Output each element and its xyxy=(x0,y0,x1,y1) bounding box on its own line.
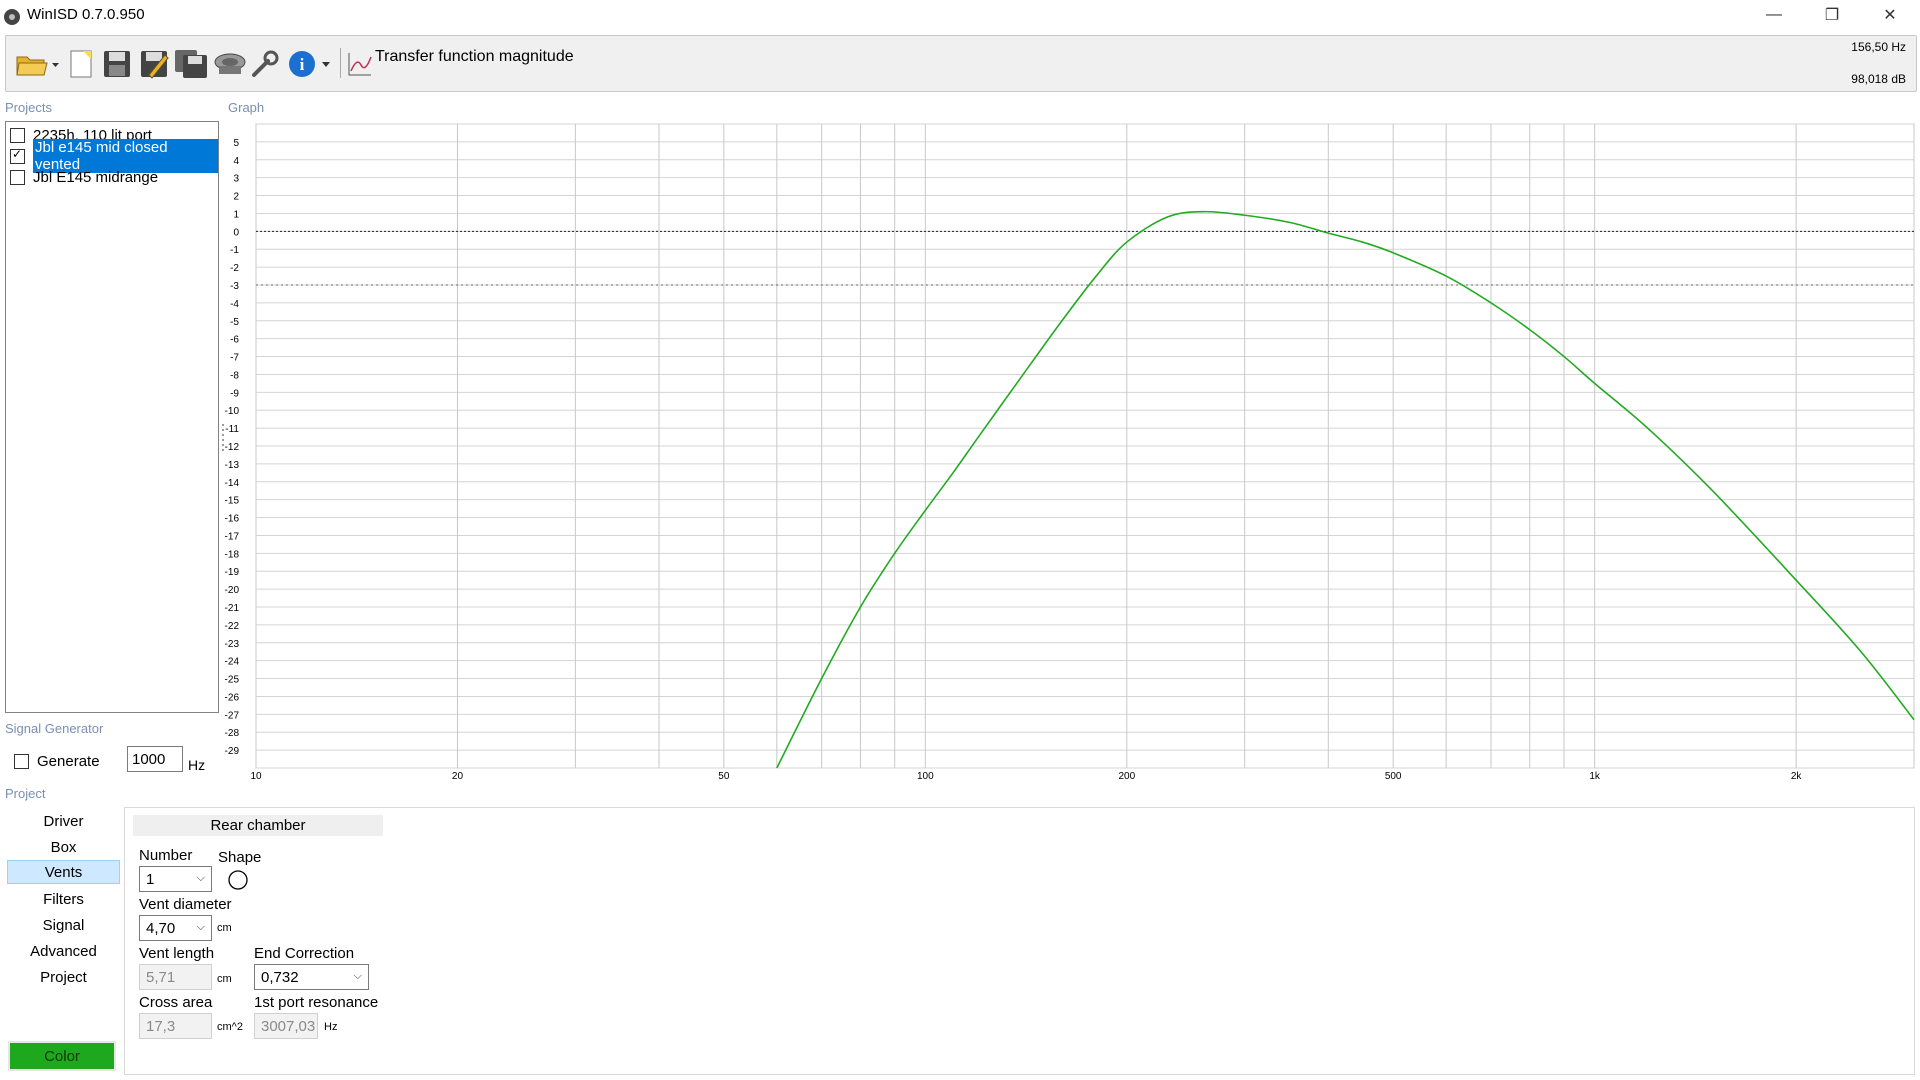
grip-dot xyxy=(222,429,224,431)
nav-box[interactable]: Box xyxy=(7,836,120,860)
vent-diameter-unit: cm xyxy=(217,922,232,934)
port-resonance-field: 3007,03 xyxy=(254,1013,318,1039)
generator-frequency-input[interactable] xyxy=(127,746,183,772)
y-tick-label: -28 xyxy=(225,728,240,739)
vents-panel xyxy=(124,807,1915,1075)
y-tick-label: 2 xyxy=(233,192,239,203)
nav-vents[interactable]: Vents xyxy=(7,860,120,884)
cross-area-label: Cross area xyxy=(139,994,213,1011)
x-tick-label: 200 xyxy=(1118,771,1135,782)
generate-toggle[interactable]: Generate xyxy=(14,753,100,770)
y-tick-label: -19 xyxy=(225,567,240,578)
x-tick-label: 500 xyxy=(1385,771,1402,782)
x-tick-label: 2k xyxy=(1791,771,1803,782)
end-correction-label: End Correction xyxy=(254,945,355,962)
chevron-down-icon: ⌵ xyxy=(196,872,205,884)
circle-shape-icon xyxy=(228,870,248,890)
vent-length-field: 5,71 xyxy=(139,964,212,990)
x-tick-label: 1k xyxy=(1589,771,1601,782)
nav-driver[interactable]: Driver xyxy=(7,810,120,834)
cross-area-field: 17,3 xyxy=(139,1013,212,1039)
y-tick-label: -29 xyxy=(225,746,240,757)
y-tick-label: -15 xyxy=(225,496,240,507)
y-tick-label: -12 xyxy=(225,442,240,453)
number-value: 1 xyxy=(146,870,155,888)
nav-advanced[interactable]: Advanced xyxy=(7,940,120,964)
y-tick-label: -18 xyxy=(225,549,240,560)
circle-shape-button[interactable] xyxy=(227,869,249,891)
nav-signal[interactable]: Signal xyxy=(7,914,120,938)
y-tick-label: -1 xyxy=(230,245,239,256)
y-tick-label: -26 xyxy=(225,692,240,703)
y-tick-label: 3 xyxy=(233,174,239,185)
x-tick-label: 50 xyxy=(718,771,730,782)
y-tick-label: -3 xyxy=(230,281,239,292)
nav-project[interactable]: Project xyxy=(7,966,120,990)
vent-length-unit: cm xyxy=(217,973,232,985)
nav-filters[interactable]: Filters xyxy=(7,888,120,912)
port-resonance-unit: Hz xyxy=(324,1021,338,1033)
y-tick-label: 0 xyxy=(233,227,239,238)
vent-diameter-value: 4,70 xyxy=(146,919,176,937)
x-axis-ticks: 10 20 50 100 200 500 1k 2k xyxy=(250,771,1802,782)
shape-label: Shape xyxy=(218,849,262,866)
y-tick-label: -7 xyxy=(230,353,239,364)
end-correction-value: 0,732 xyxy=(261,968,299,986)
cross-area-unit: cm^2 xyxy=(217,1021,243,1033)
y-tick-label: -9 xyxy=(230,388,239,399)
project-panel-label: Project xyxy=(5,786,46,801)
chevron-down-icon: ⌵ xyxy=(353,970,362,982)
y-tick-label: -4 xyxy=(230,299,239,310)
grip-dot xyxy=(222,444,224,446)
y-tick-label: -5 xyxy=(230,317,239,328)
rear-chamber-header: Rear chamber xyxy=(133,815,383,836)
y-tick-label: -14 xyxy=(225,478,240,489)
y-tick-label: -17 xyxy=(225,531,240,542)
x-tick-label: 20 xyxy=(452,771,464,782)
y-tick-label: -8 xyxy=(230,370,239,381)
color-button[interactable]: Color xyxy=(8,1041,116,1071)
generator-frequency-unit: Hz xyxy=(188,757,206,773)
number-label: Number xyxy=(139,847,193,864)
y-tick-label: -16 xyxy=(225,514,240,525)
y-tick-label: -6 xyxy=(230,335,239,346)
graph-grid xyxy=(255,123,1915,769)
grip-dot xyxy=(222,434,224,436)
y-tick-label: -27 xyxy=(225,710,240,721)
y-tick-label: -20 xyxy=(225,585,240,596)
y-tick-label: -13 xyxy=(225,460,240,471)
generate-checkbox[interactable] xyxy=(14,754,29,769)
grip-dot xyxy=(222,439,224,441)
graph-plot[interactable]: 543210-1-2-3-4-5-6-7-8-9-10-11-12-13-14-… xyxy=(0,0,1920,790)
port-resonance-label: 1st port resonance xyxy=(254,994,379,1011)
chevron-down-icon: ⌵ xyxy=(196,921,205,933)
y-tick-label: -25 xyxy=(225,675,240,686)
x-tick-label: 10 xyxy=(250,771,262,782)
y-tick-label: 4 xyxy=(233,156,239,167)
y-tick-label: -11 xyxy=(225,424,239,435)
port-resonance-value: 3007,03 xyxy=(261,1017,316,1035)
generate-label: Generate xyxy=(37,753,100,770)
x-tick-label: 100 xyxy=(917,771,934,782)
y-tick-label: -23 xyxy=(225,639,240,650)
y-tick-label: -22 xyxy=(225,621,240,632)
number-select[interactable]: 1 ⌵ xyxy=(139,866,212,892)
vent-diameter-label: Vent diameter xyxy=(139,896,232,913)
grip-dot xyxy=(222,449,224,451)
y-tick-label: -10 xyxy=(225,406,240,417)
y-tick-label: -21 xyxy=(225,603,240,614)
y-tick-label: -24 xyxy=(225,657,240,668)
grip-dot xyxy=(222,424,224,426)
vent-diameter-select[interactable]: 4,70 ⌵ xyxy=(139,915,212,941)
signal-generator-label: Signal Generator xyxy=(5,721,104,736)
vent-length-label: Vent length xyxy=(139,945,215,962)
y-tick-label: 1 xyxy=(233,209,239,220)
vent-length-value: 5,71 xyxy=(146,968,176,986)
cross-area-value: 17,3 xyxy=(146,1017,176,1035)
end-correction-select[interactable]: 0,732 ⌵ xyxy=(254,964,369,990)
y-tick-label: -2 xyxy=(230,263,239,274)
y-tick-label: 5 xyxy=(233,138,239,149)
y-axis-ticks: 5 4 3 2 1 0 -1 -2 -3 -4 -5 -6 -7 -8 -9 -10 -11 -12 -13 -14 -… xyxy=(225,138,240,757)
